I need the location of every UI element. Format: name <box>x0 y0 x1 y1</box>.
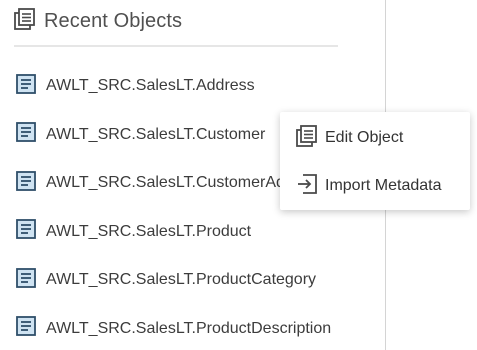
edit-object-label: Edit Object <box>325 129 404 146</box>
panel-header: Recent Objects <box>14 8 182 35</box>
recent-object-label: AWLT_SRC.SalesLT.Address <box>46 77 255 94</box>
recent-objects-icon <box>14 8 36 35</box>
recent-object-label: AWLT_SRC.SalesLT.ProductDescription <box>46 319 332 337</box>
edit-object-menu-item[interactable]: Edit Object <box>280 116 470 160</box>
recent-object-label: AWLT_SRC.SalesLT.Customer <box>46 125 266 143</box>
table-object-icon <box>16 122 36 147</box>
table-object-icon <box>16 316 36 341</box>
recent-object-item[interactable]: AWLT_SRC.SalesLT.Product <box>16 219 385 244</box>
panel-title: Recent Objects <box>44 10 183 32</box>
table-object-icon <box>16 267 36 293</box>
header-divider <box>14 45 338 47</box>
import-metadata-label: Import Metadata <box>325 177 442 194</box>
table-object-icon <box>16 219 36 244</box>
recent-object-label: AWLT_SRC.SalesLT.Product <box>46 222 252 240</box>
edit-object-icon <box>296 124 318 152</box>
import-metadata-menu-item[interactable]: Import Metadata <box>280 164 470 208</box>
recent-object-label: AWLT_SRC.SalesLT.ProductCategory <box>46 271 317 288</box>
context-menu: Edit Object Import Metadata <box>280 112 470 210</box>
table-object-icon <box>16 170 36 196</box>
recent-object-item[interactable]: AWLT_SRC.SalesLT.ProductCategory <box>16 267 385 293</box>
recent-object-item[interactable]: AWLT_SRC.SalesLT.Address <box>16 73 385 99</box>
table-object-icon <box>16 73 36 99</box>
recent-object-item[interactable]: AWLT_SRC.SalesLT.ProductDescription <box>16 316 385 341</box>
import-metadata-icon <box>296 173 318 200</box>
